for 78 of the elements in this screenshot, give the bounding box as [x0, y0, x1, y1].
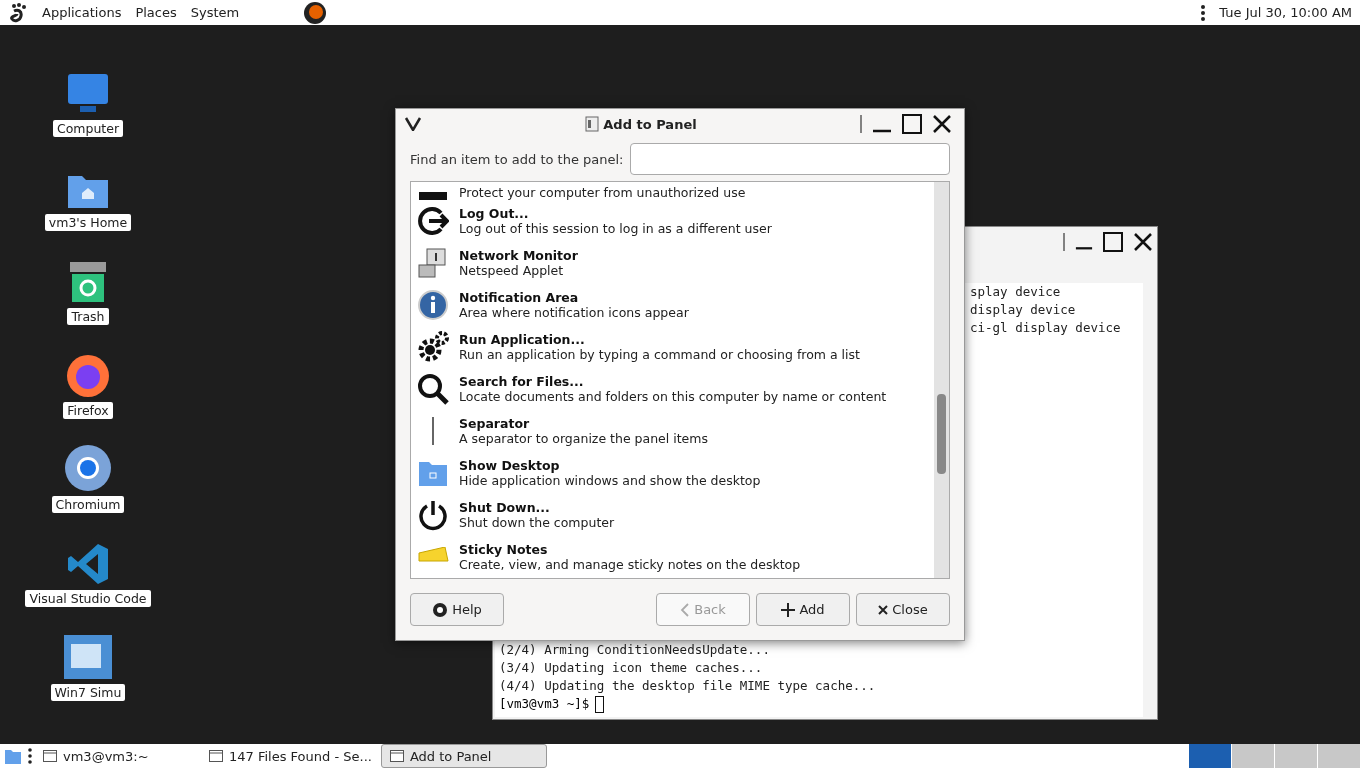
list-item[interactable]: Run Application... Run an application by typing a command or choosing from a list [415, 326, 934, 368]
gears-icon [416, 330, 450, 364]
dialog-button[interactable]: Close [856, 593, 950, 626]
foot-logo-icon[interactable] [8, 2, 28, 23]
panel-menu[interactable]: System [190, 5, 240, 20]
info-icon [417, 289, 449, 321]
search-label: Find an item to add to the panel: [410, 151, 624, 167]
panel-clock[interactable]: Tue Jul 30, 10:00 AM [1219, 5, 1352, 20]
desktop-icon-label[interactable]: Computer [52, 120, 124, 137]
network-computer-icon [417, 247, 449, 279]
help-lifebuoy-icon [432, 601, 449, 618]
text-cursor [595, 695, 605, 713]
workspace-switcher-cell[interactable] [1317, 744, 1360, 768]
desktop-icon-label[interactable]: Win7 Simu [50, 684, 126, 701]
terminal-line: splay device [970, 283, 1061, 301]
dialog-button[interactable]: Add [756, 593, 850, 626]
desktop-icon-label[interactable]: Chromium [51, 496, 125, 513]
drag-handle-icon[interactable] [28, 748, 32, 764]
maximize-icon[interactable] [1103, 232, 1123, 252]
desktop-icon-label[interactable]: Trash [67, 308, 109, 325]
list-item[interactable]: Network Monitor Netspeed Applet [415, 242, 934, 284]
window-screenshot-icon [63, 634, 113, 680]
title-divider-icon [1063, 233, 1065, 251]
workspace-switcher-cell[interactable] [1274, 744, 1317, 768]
terminal-line: (4/4) Updating the desktop file MIME type cache... [498, 677, 877, 695]
folder-icon [418, 459, 448, 487]
terminal-line: display device [970, 301, 1076, 319]
taskbar-item[interactable]: 147 Files Found - Se... [200, 744, 381, 768]
list-item[interactable]: Show Desktop Hide application windows and show the desktop [415, 452, 934, 494]
separator-line-icon [431, 417, 435, 445]
window-title: Add to Panel [603, 116, 697, 132]
search-icon [417, 373, 449, 405]
dialog-button[interactable]: Help [410, 593, 504, 626]
window-icon [209, 750, 223, 762]
logout-icon [417, 205, 449, 237]
code-editor-logo-icon [66, 542, 110, 586]
window-icon [43, 750, 57, 762]
close-icon [878, 604, 889, 615]
taskbar-item[interactable]: vm3@vm3:~ [34, 744, 200, 768]
power-icon [417, 499, 449, 531]
title-divider-icon [860, 115, 862, 133]
desktop-icon-label[interactable]: Visual Studio Code [25, 590, 151, 607]
workspace-switcher-cell[interactable] [1231, 744, 1274, 768]
list-item[interactable]: Notification Area Area where notification icons appear [415, 284, 934, 326]
search-field[interactable] [629, 143, 950, 175]
browser-logo-icon [64, 444, 112, 492]
show-desktop-icon[interactable] [4, 747, 22, 765]
maximize-icon[interactable] [902, 114, 922, 134]
desktop-icon-label[interactable]: Firefox [63, 402, 113, 419]
list-item[interactable]: Log Out... Log out of this session to log in as a different user [415, 200, 934, 242]
terminal-line: (2/4) Arming ConditionNeedsUpdate... [498, 641, 771, 659]
terminal-line: ci-gl display device [970, 319, 1121, 337]
workspace-switcher-cell[interactable] [1188, 744, 1231, 768]
taskbar-item[interactable]: Add to Panel [380, 744, 547, 768]
lock-bar-icon [419, 192, 447, 200]
terminal-line: (3/4) Updating icon theme caches... [498, 659, 764, 677]
close-icon[interactable] [932, 114, 952, 134]
terminal-prompt: [vm3@vm3 ~]$ [499, 695, 590, 713]
scrollbar[interactable] [934, 182, 949, 578]
close-icon[interactable] [1133, 232, 1153, 252]
plus-icon [781, 602, 796, 617]
list-item[interactable]: Search for Files... Locate documents and folders on this computer by name or content [415, 368, 934, 410]
panel-applet-icon [585, 116, 600, 132]
desktop-icon-label[interactable]: vm3's Home [44, 214, 132, 231]
kebab-menu-icon[interactable] [1201, 4, 1206, 21]
chevron-down-icon[interactable] [404, 117, 422, 131]
list-item[interactable]: Sticky Notes Create, view, and manage sticky notes on the desktop [415, 536, 934, 578]
scrollbar-thumb[interactable] [937, 394, 946, 474]
panel-menu[interactable]: Applications [42, 5, 122, 20]
list-item[interactable]: Protect your computer from unauthorized use [415, 182, 934, 200]
panel-menu[interactable]: Places [135, 5, 177, 20]
chevron-left-icon [680, 602, 691, 617]
trash-icon [68, 260, 108, 304]
app-launcher-icon[interactable] [303, 0, 328, 25]
list-item[interactable]: Separator A separator to organize the panel items [415, 410, 934, 452]
window-icon [389, 750, 404, 762]
browser-logo-icon [65, 352, 111, 398]
list-item[interactable]: Shut Down... Shut down the computer [415, 494, 934, 536]
